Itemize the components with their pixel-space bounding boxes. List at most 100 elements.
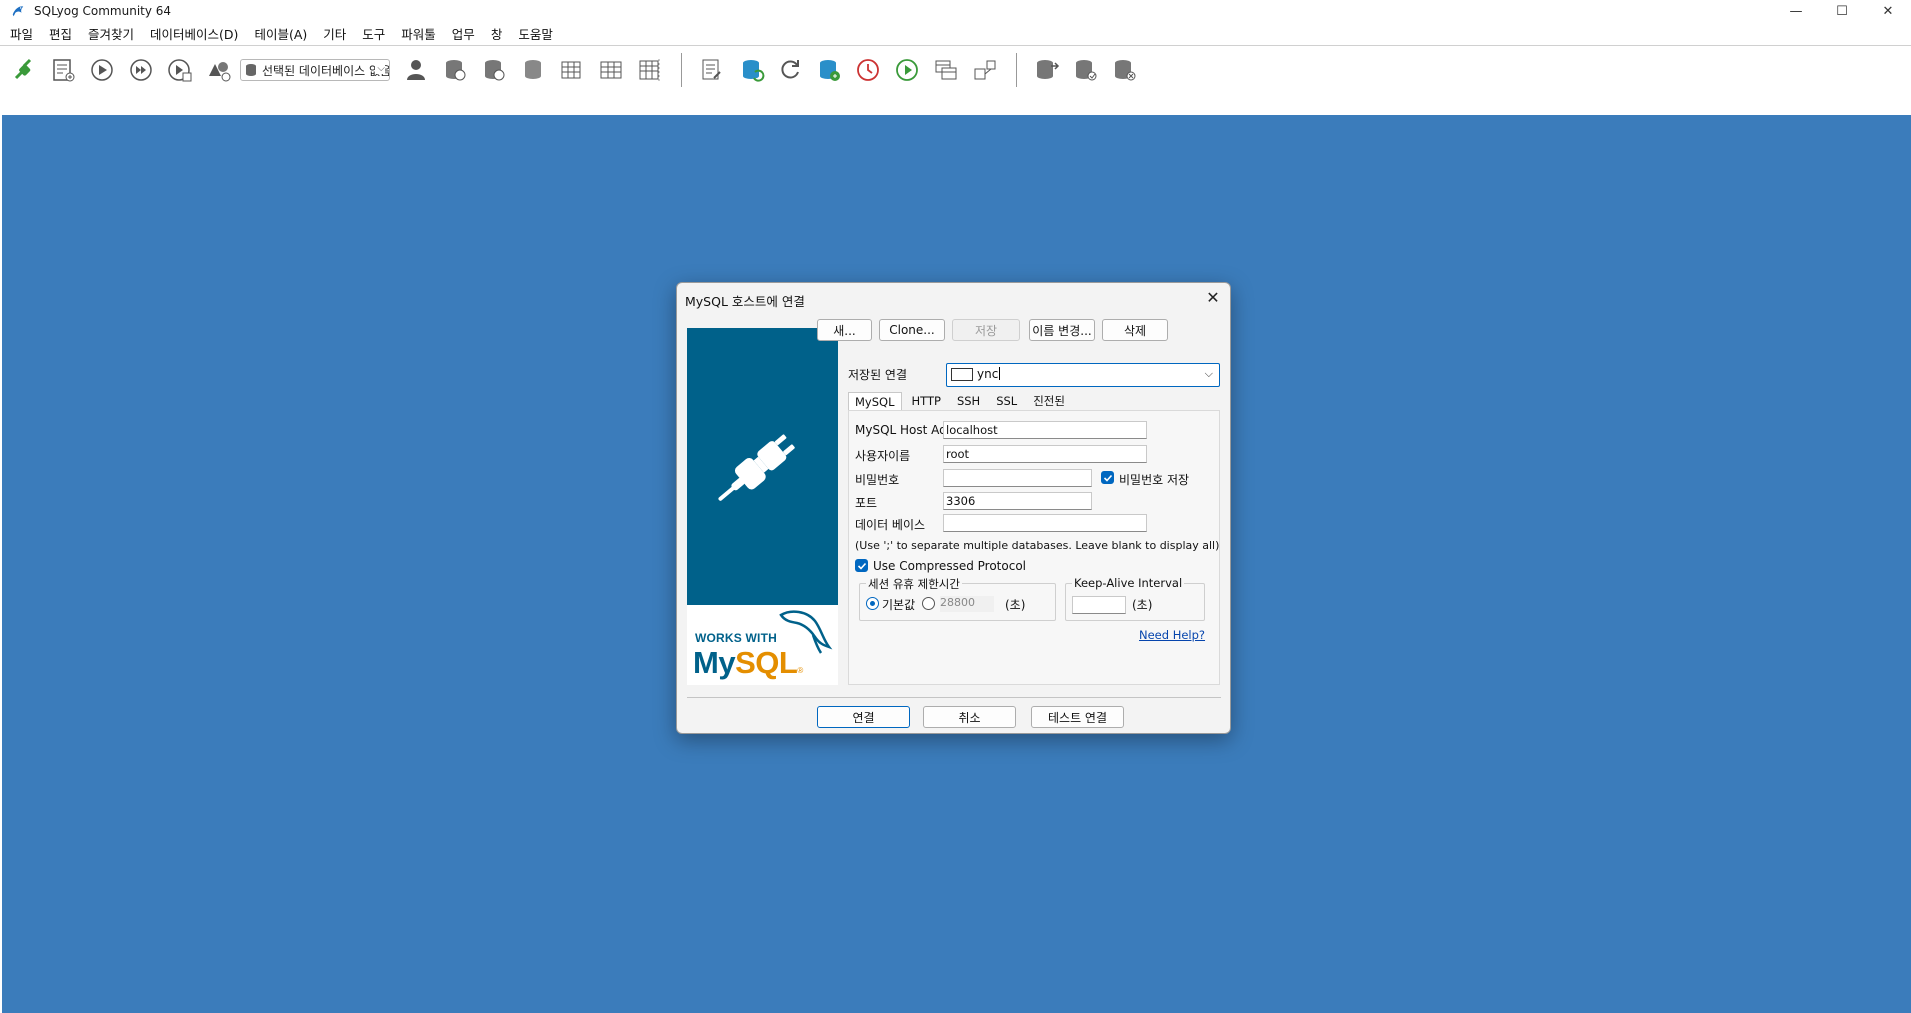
chevron-down-icon: ⌵ [1204,367,1213,380]
sql-scheduler-icon[interactable] [889,53,925,87]
clone-connection-button[interactable]: Clone... [879,319,945,341]
maximize-button[interactable]: ☐ [1819,0,1865,22]
menu-favorites[interactable]: 즐겨찾기 [82,25,140,45]
password-field[interactable] [943,469,1092,487]
create-table-icon[interactable] [554,53,590,87]
password-label: 비밀번호 [855,473,900,487]
keepalive-field[interactable] [1072,596,1126,614]
tab-mysql[interactable]: MySQL [848,392,902,410]
restore-db-icon[interactable] [476,53,512,87]
menu-powertools[interactable]: 파워툴 [395,25,442,45]
need-help-link[interactable]: Need Help? [1139,628,1205,642]
import-db-icon[interactable] [1029,53,1065,87]
menu-edit[interactable]: 편집 [43,25,78,45]
connect-icon[interactable] [6,53,42,87]
import-external-icon[interactable] [811,53,847,87]
banner-blue-panel [687,328,838,605]
mysql-logo: WORKS WITH MySQL® [687,605,838,685]
tab-http[interactable]: HTTP [906,392,947,410]
username-field[interactable]: root [943,445,1147,463]
menu-table[interactable]: 테이블(A) [248,25,313,45]
mysql-side-banner: WORKS WITH MySQL® [687,328,838,685]
data-sync-icon[interactable] [733,53,769,87]
dialog-title: MySQL 호스트에 연결 [685,294,805,309]
menu-transaction[interactable]: 업무 [446,25,481,45]
close-icon[interactable]: ✕ [1202,287,1224,307]
keepalive-unit: (초) [1132,598,1153,612]
toolbar-separator [681,53,682,87]
close-window-button[interactable]: ✕ [1865,0,1911,22]
rename-connection-button[interactable]: 이름 변경... [1029,319,1095,341]
database-label: 데이터 베이스 [855,518,926,532]
schema-designer-icon[interactable] [201,53,237,87]
copy-db-icon[interactable] [515,53,551,87]
database-field[interactable] [943,514,1147,532]
minimize-button[interactable]: — [1773,0,1819,22]
mysql-wordmark: MySQL® [693,645,803,680]
execute-icon[interactable] [84,53,120,87]
tab-ssh[interactable]: SSH [951,392,986,410]
menu-help[interactable]: 도움말 [512,25,559,45]
user-manager-icon[interactable] [398,53,434,87]
compressed-protocol-label: Use Compressed Protocol [873,559,1026,573]
database-selector-value: 선택된 데이터베이스 없음 [262,63,390,78]
cancel-button[interactable]: 취소 [923,706,1016,728]
session-timeout-value[interactable]: 28800 [940,596,994,612]
db-sync-icon[interactable] [1107,53,1143,87]
username-label: 사용자이름 [855,449,911,463]
alter-table-icon[interactable] [593,53,629,87]
new-connection-button[interactable]: 새... [817,319,872,341]
session-timeout-group: 세션 유휴 제한시간 기본값 28800 (초) [859,576,1056,621]
host-field[interactable]: localhost [943,421,1147,439]
session-default-label: 기본값 [882,598,916,612]
menu-tools[interactable]: 도구 [356,25,391,45]
saved-connection-label: 저장된 연결 [848,368,908,382]
checkmark-icon [1103,474,1112,482]
database-icon [246,64,256,76]
backup-db-icon[interactable] [437,53,473,87]
new-query-icon[interactable] [45,53,81,87]
connection-tabs: MySQL HTTP SSH SSL 진전된 [848,392,1075,410]
query-builder-icon[interactable] [928,53,964,87]
plug-icon [717,433,795,501]
session-timeout-title: 세션 유휴 제한시간 [866,576,962,592]
toolbar-separator [1016,53,1017,87]
compressed-protocol-checkbox[interactable] [855,559,868,572]
window-controls: — ☐ ✕ [1773,0,1911,22]
menu-others[interactable]: 기타 [317,25,352,45]
save-connection-button[interactable]: 저장 [952,319,1020,341]
manage-indexes-icon[interactable] [632,53,668,87]
title-bar: SQLyog Community 64 — ☐ ✕ [0,0,1911,22]
execute-edit-icon[interactable] [162,53,198,87]
schema-sync-icon[interactable] [694,53,730,87]
session-default-radio[interactable] [866,597,879,610]
keepalive-group: Keep-Alive Interval (초) [1065,576,1205,621]
test-connection-button[interactable]: 테스트 연결 [1031,706,1124,728]
connect-dialog: MySQL 호스트에 연결 ✕ WORKS WITH MySQL® 새... C… [676,282,1231,734]
port-field[interactable]: 3306 [943,492,1092,510]
port-label: 포트 [855,496,878,510]
connection-color-swatch [951,368,973,381]
save-password-checkbox[interactable] [1101,471,1114,484]
menu-window[interactable]: 창 [485,25,509,45]
dialog-divider [687,697,1221,698]
refresh-icon[interactable] [772,53,808,87]
menu-file[interactable]: 파일 [4,25,39,45]
export-db-icon[interactable] [1068,53,1104,87]
session-custom-radio[interactable] [922,597,935,610]
menu-database[interactable]: 데이터베이스(D) [144,25,244,45]
saved-connection-select[interactable]: ync ⌵ [946,363,1220,387]
execute-all-icon[interactable] [123,53,159,87]
sqlyog-dolphin-icon [10,3,26,19]
database-selector[interactable]: 선택된 데이터베이스 없음 ⌵ [240,59,390,81]
tab-ssl[interactable]: SSL [990,392,1023,410]
session-timeout-unit: (초) [1005,598,1026,612]
scheduled-backup-icon[interactable] [850,53,886,87]
save-password-label: 비밀번호 저장 [1119,473,1190,487]
delete-connection-button[interactable]: 삭제 [1102,319,1168,341]
chevron-down-icon: ⌵ [375,63,385,74]
tab-advanced[interactable]: 진전된 [1027,392,1071,410]
works-with-text: WORKS WITH [695,631,777,645]
schema-optimizer-icon[interactable] [967,53,1003,87]
connect-button[interactable]: 연결 [817,706,910,728]
